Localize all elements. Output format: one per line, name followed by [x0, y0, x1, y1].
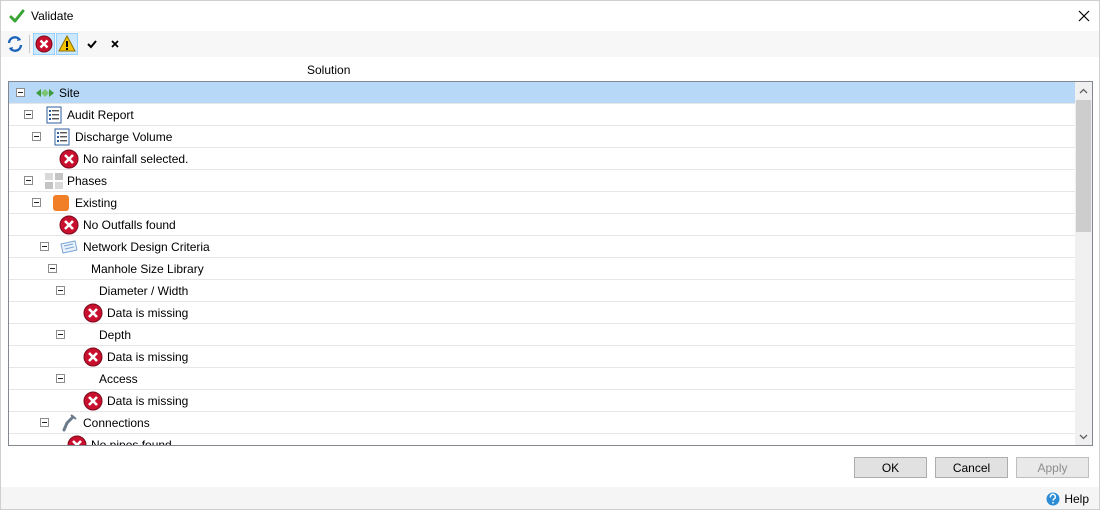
tree-row-manhole-size-library[interactable]: Manhole Size Library — [9, 258, 1077, 280]
collapse-toggle[interactable] — [32, 198, 41, 207]
collapse-toggle[interactable] — [56, 374, 65, 383]
report-icon — [46, 106, 62, 124]
scroll-up-button[interactable] — [1075, 82, 1092, 99]
tree-row-error[interactable]: Data is missing — [9, 346, 1077, 368]
tree-row-label: Data is missing — [107, 394, 189, 408]
site-icon — [36, 89, 54, 97]
close-button[interactable] — [1069, 1, 1099, 31]
error-icon — [83, 347, 103, 367]
tree-row-error[interactable]: No pipes found — [9, 434, 1077, 446]
help-label: Help — [1064, 492, 1089, 506]
close-icon — [1078, 10, 1090, 22]
help-icon — [1046, 492, 1060, 506]
scroll-down-button[interactable] — [1075, 428, 1092, 445]
validation-tree[interactable]: Site Audit Report Discharge Volume No ra… — [8, 81, 1093, 446]
tree-row-label: Diameter / Width — [99, 284, 189, 298]
tree-row-label: No pipes found — [91, 438, 172, 446]
title-bar: Validate — [1, 1, 1099, 31]
tree-row-audit-report[interactable]: Audit Report — [9, 104, 1077, 126]
tree-row-label: Connections — [83, 416, 150, 430]
tree-row-label: Site — [59, 86, 80, 100]
collapse-toggle[interactable] — [40, 242, 49, 251]
footer-strip — [1, 487, 1099, 509]
tree-row-label: Data is missing — [107, 350, 189, 364]
tree-row-error[interactable]: No Outfalls found — [9, 214, 1077, 236]
tree-row-label: Data is missing — [107, 306, 189, 320]
tree-row-label: Discharge Volume — [75, 130, 173, 144]
collapse-toggle[interactable] — [16, 88, 25, 97]
report-icon — [54, 128, 70, 146]
refresh-icon — [7, 36, 23, 52]
x-icon — [111, 40, 119, 48]
tree-row-connections[interactable]: Connections — [9, 412, 1077, 434]
cancel-button[interactable]: Cancel — [935, 457, 1008, 478]
phases-icon — [45, 173, 63, 189]
apply-button[interactable]: Apply — [1016, 457, 1089, 478]
collapse-toggle[interactable] — [24, 110, 33, 119]
validate-window: Validate Solution Site Audit Report Disc… — [0, 0, 1100, 510]
collapse-toggle[interactable] — [32, 132, 41, 141]
validate-check-icon — [9, 9, 25, 23]
tree-row-error[interactable]: No rainfall selected. — [9, 148, 1077, 170]
tree-row-discharge-volume[interactable]: Discharge Volume — [9, 126, 1077, 148]
check-all-button[interactable] — [81, 33, 103, 55]
tree-row-error[interactable]: Data is missing — [9, 390, 1077, 412]
uncheck-all-button[interactable] — [104, 33, 126, 55]
check-icon — [87, 40, 97, 49]
collapse-toggle[interactable] — [56, 286, 65, 295]
pipe-icon — [62, 414, 77, 432]
tree-row-label: Depth — [99, 328, 132, 342]
tree-row-existing[interactable]: Existing — [9, 192, 1077, 214]
tree-row-label: Network Design Criteria — [83, 240, 210, 254]
tree-row-diameter-width[interactable]: Diameter / Width — [9, 280, 1077, 302]
tree-row-depth[interactable]: Depth — [9, 324, 1077, 346]
tree-rows: Site Audit Report Discharge Volume No ra… — [9, 82, 1077, 446]
collapse-toggle[interactable] — [24, 176, 33, 185]
tree-row-label: Audit Report — [67, 108, 134, 122]
solution-column-header[interactable]: Solution — [307, 63, 350, 77]
ok-button[interactable]: OK — [854, 457, 927, 478]
tree-row-site[interactable]: Site — [9, 82, 1077, 104]
tree-row-label: Access — [99, 372, 138, 386]
tree-row-network-design-criteria[interactable]: Network Design Criteria — [9, 236, 1077, 258]
chevron-up-icon — [1079, 88, 1088, 93]
collapse-toggle[interactable] — [40, 418, 49, 427]
design-criteria-icon — [60, 240, 78, 254]
error-icon — [83, 303, 103, 323]
error-icon — [67, 435, 87, 445]
tree-row-phases[interactable]: Phases — [9, 170, 1077, 192]
error-icon — [59, 149, 79, 169]
tree-row-label: No rainfall selected. — [83, 152, 189, 166]
toolbar-separator — [29, 35, 30, 53]
tree-row-label: Existing — [75, 196, 118, 210]
collapse-toggle[interactable] — [56, 330, 65, 339]
tree-row-label: No Outfalls found — [83, 218, 176, 232]
warning-filter-icon — [58, 35, 76, 52]
tree-row-access[interactable]: Access — [9, 368, 1077, 390]
toolbar — [1, 31, 1099, 57]
tree-row-error[interactable]: Data is missing — [9, 302, 1077, 324]
tree-row-label: Phases — [67, 174, 108, 188]
tree-row-label: Manhole Size Library — [91, 262, 204, 276]
window-title: Validate — [31, 9, 74, 23]
show-warnings-toggle[interactable] — [56, 33, 78, 55]
chevron-down-icon — [1079, 434, 1088, 439]
collapse-toggle[interactable] — [48, 264, 57, 273]
show-errors-toggle[interactable] — [33, 33, 55, 55]
scrollbar-thumb[interactable] — [1076, 100, 1091, 232]
error-icon — [83, 391, 103, 411]
error-icon — [59, 215, 79, 235]
phase-existing-icon — [53, 195, 69, 211]
vertical-scrollbar[interactable] — [1075, 82, 1092, 445]
error-filter-icon — [35, 35, 53, 53]
refresh-button[interactable] — [4, 33, 26, 55]
help-link[interactable]: Help — [1046, 492, 1089, 506]
